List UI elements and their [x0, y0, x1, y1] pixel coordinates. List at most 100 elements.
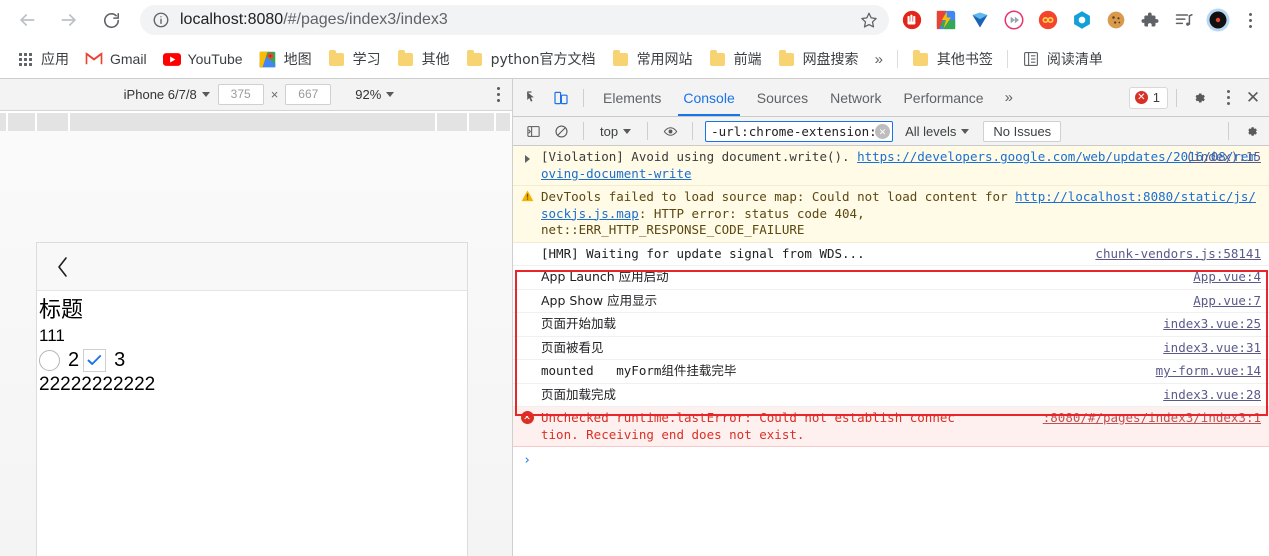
vpn-extension-icon[interactable]: [966, 6, 994, 34]
bookmark-label: 阅读清单: [1046, 52, 1103, 68]
console-prompt[interactable]: ›: [513, 447, 1269, 468]
error-count-badge[interactable]: ✕ 1: [1128, 86, 1168, 109]
message-text: mounted myForm组件挂载完毕: [541, 363, 737, 378]
address-bar-url[interactable]: localhost:8080/#/pages/index3/index3: [180, 11, 853, 29]
console-message-error[interactable]: ✕ :8080/#/pages/index3/index3:1 Unchecke…: [513, 407, 1269, 447]
folder-icon: [328, 49, 346, 68]
infinity-extension-icon[interactable]: [1034, 6, 1062, 34]
bookmark-folder-frontend[interactable]: 前端: [701, 46, 770, 72]
octotree-extension-icon[interactable]: [1068, 6, 1096, 34]
device-height-input[interactable]: 667: [285, 84, 332, 105]
bookmark-folder-python-docs[interactable]: python官方文档: [458, 46, 604, 72]
console-filter-input[interactable]: -url:chrome-extension:// ✕: [705, 120, 894, 142]
log-level-label: All levels: [905, 123, 957, 139]
tab-network[interactable]: Network: [819, 79, 892, 116]
bookmark-apps[interactable]: 应用: [8, 46, 77, 72]
expand-triangle-icon[interactable]: [513, 149, 541, 182]
console-message-info[interactable]: index3.vue:31 页面被看见: [513, 337, 1269, 360]
bookmark-gmail[interactable]: Gmail: [77, 46, 155, 72]
console-message-violation[interactable]: (index):15 [Violation] Avoid using docum…: [513, 146, 1269, 186]
message-source-link[interactable]: index3.vue:25: [1163, 316, 1261, 333]
device-width-input[interactable]: 375: [217, 84, 264, 105]
issues-button[interactable]: No Issues: [983, 120, 1062, 142]
device-options-kebab-icon[interactable]: [497, 87, 500, 102]
tab-console[interactable]: Console: [672, 79, 745, 116]
clear-filter-icon[interactable]: ✕: [875, 123, 891, 139]
clear-console-icon[interactable]: [547, 117, 575, 145]
console-message-warning[interactable]: DevTools failed to load source map: Coul…: [513, 186, 1269, 243]
bookmark-maps[interactable]: 地图: [251, 46, 320, 72]
profile-avatar-icon[interactable]: [1204, 6, 1232, 34]
console-sidebar-icon[interactable]: [519, 117, 547, 145]
message-text: App Launch 应用启动: [541, 269, 669, 284]
dimension-separator: ×: [270, 87, 279, 102]
tab-elements[interactable]: Elements: [592, 79, 672, 116]
console-message-info[interactable]: index3.vue:25 页面开始加载: [513, 313, 1269, 337]
message-text: 页面加载完成: [541, 386, 617, 402]
console-message-info[interactable]: chunk-vendors.js:58141 [HMR] Waiting for…: [513, 243, 1269, 266]
bookmark-star-icon[interactable]: [853, 6, 885, 34]
screenshot-extension-icon[interactable]: [932, 6, 960, 34]
toolbar-divider: [1176, 88, 1177, 107]
message-source-link[interactable]: :8080/#/pages/index3/index3:1: [1043, 410, 1261, 427]
execution-context-select[interactable]: top: [592, 124, 639, 139]
gear-icon[interactable]: [1185, 84, 1213, 112]
live-expression-eye-icon[interactable]: [656, 117, 684, 145]
inspect-element-icon[interactable]: [519, 84, 547, 112]
adblock-extension-icon[interactable]: [898, 6, 926, 34]
console-message-info[interactable]: index3.vue:28 页面加载完成: [513, 384, 1269, 407]
device-select[interactable]: iPhone 6/7/8: [118, 87, 216, 102]
bookmark-other-bookmarks[interactable]: 其他书签: [904, 46, 1001, 72]
log-level-select[interactable]: All levels: [897, 124, 977, 139]
video-speed-extension-icon[interactable]: [1000, 6, 1028, 34]
address-bar[interactable]: localhost:8080/#/pages/index3/index3: [140, 5, 889, 35]
tabs-overflow-button[interactable]: »: [995, 89, 1023, 106]
mobile-viewport[interactable]: 标题 111 2 3 22222222222: [36, 242, 468, 556]
bookmark-label: 前端: [733, 52, 762, 68]
site-info-icon[interactable]: [152, 11, 170, 29]
message-source-link[interactable]: my-form.vue:14: [1156, 363, 1261, 380]
bookmarks-overflow-button[interactable]: »: [867, 51, 891, 68]
reading-list-button[interactable]: 阅读清单: [1014, 46, 1111, 72]
bookmarks-divider: [1006, 50, 1008, 68]
issues-label: No Issues: [993, 123, 1052, 139]
bookmark-folder-study[interactable]: 学习: [320, 46, 389, 72]
device-zoom-select[interactable]: 92%: [355, 87, 395, 102]
message-source-link[interactable]: chunk-vendors.js:58141: [1095, 246, 1261, 263]
message-source-link[interactable]: App.vue:4: [1193, 269, 1261, 286]
console-message-info[interactable]: App.vue:4 App Launch 应用启动: [513, 266, 1269, 290]
playlist-extension-icon[interactable]: [1170, 6, 1198, 34]
forward-button[interactable]: [52, 3, 86, 37]
console-settings-gear-icon[interactable]: [1237, 117, 1265, 145]
page-line-1: 111: [39, 325, 65, 345]
device-toolbar-toggle-icon[interactable]: [547, 84, 575, 112]
console-message-info[interactable]: App.vue:7 App Show 应用显示: [513, 290, 1269, 313]
bookmark-label: 地图: [283, 52, 312, 68]
bookmark-folder-netdisk-search[interactable]: 网盘搜索: [770, 46, 867, 72]
url-host: localhost:8080: [180, 11, 284, 28]
message-text: App Show 应用显示: [541, 292, 658, 308]
tab-performance[interactable]: Performance: [892, 79, 994, 116]
bookmark-folder-common-sites[interactable]: 常用网站: [604, 46, 701, 72]
checkbox-checked[interactable]: [83, 348, 107, 372]
bookmark-label: python官方文档: [490, 52, 596, 68]
tab-label: Sources: [756, 89, 809, 106]
tab-sources[interactable]: Sources: [746, 79, 819, 116]
message-source-link[interactable]: index3.vue:28: [1163, 387, 1261, 404]
message-source-link[interactable]: index3.vue:31: [1163, 340, 1261, 357]
radio-button[interactable]: [39, 349, 60, 371]
message-source-link[interactable]: (index):15: [1186, 149, 1261, 166]
message-source-link[interactable]: App.vue:7: [1193, 293, 1261, 310]
reload-button[interactable]: [94, 3, 128, 37]
bookmark-folder-other[interactable]: 其他: [389, 46, 458, 72]
close-icon[interactable]: ✕: [1241, 84, 1265, 112]
devtools-kebab-icon[interactable]: [1215, 83, 1241, 113]
console-message-info[interactable]: my-form.vue:14 mounted myForm组件挂载完毕: [513, 360, 1269, 384]
chrome-menu-button[interactable]: [1237, 5, 1263, 35]
back-chevron-icon[interactable]: [51, 256, 73, 278]
puzzle-extensions-icon[interactable]: [1136, 6, 1164, 34]
cookie-extension-icon[interactable]: [1102, 6, 1130, 34]
back-button[interactable]: [10, 3, 44, 37]
console-message-list[interactable]: (index):15 [Violation] Avoid using docum…: [513, 146, 1269, 556]
bookmark-youtube[interactable]: YouTube: [155, 46, 251, 72]
